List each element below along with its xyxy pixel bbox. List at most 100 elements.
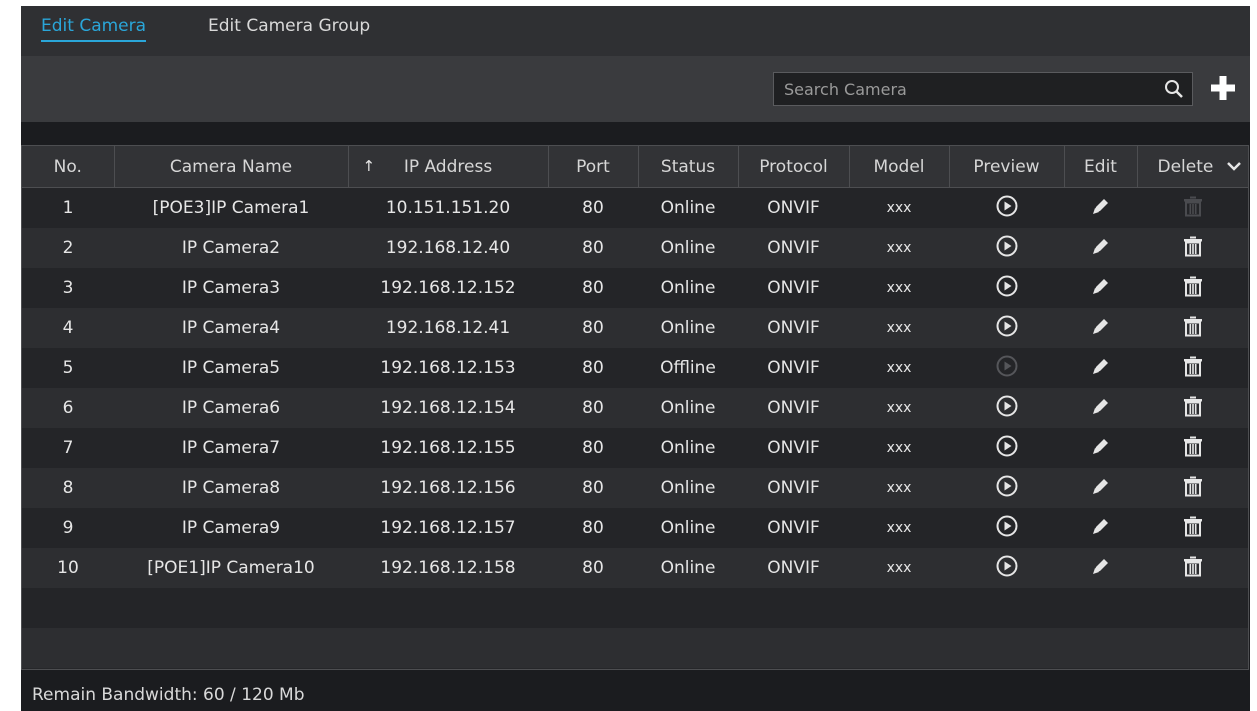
camera-management-window: Edit Camera Edit Camera Group Search Cam…: [0, 0, 1257, 711]
pencil-icon[interactable]: [1090, 355, 1112, 382]
table-row[interactable]: 4 IP Camera4 192.168.12.41 80 Online ONV…: [22, 308, 1248, 348]
plus-icon: [1211, 76, 1235, 100]
camera-table: No. Camera Name ↑ IP Address Port Status…: [22, 146, 1248, 668]
cell-status: Online: [638, 228, 738, 268]
cell-port: 80: [548, 548, 638, 588]
pencil-icon[interactable]: [1090, 275, 1112, 302]
cell-no: 4: [22, 308, 114, 348]
play-circle-icon[interactable]: [995, 394, 1019, 423]
column-header-edit: Edit: [1064, 146, 1138, 188]
cell-protocol: ONVIF: [738, 508, 849, 548]
cell-status: Online: [638, 388, 738, 428]
empty-row: [22, 628, 1248, 668]
cell-delete: [1137, 348, 1248, 388]
cell-camera-name: IP Camera7: [114, 428, 348, 468]
cell-model: xxx: [849, 187, 949, 228]
cell-delete: [1137, 187, 1248, 228]
trash-icon[interactable]: [1182, 435, 1204, 462]
cell-status: Online: [638, 308, 738, 348]
search-input[interactable]: [774, 73, 1154, 105]
cell-camera-name: IP Camera9: [114, 508, 348, 548]
trash-icon[interactable]: [1182, 355, 1204, 382]
trash-icon[interactable]: [1182, 555, 1204, 582]
pencil-icon[interactable]: [1090, 435, 1112, 462]
table-row[interactable]: 8 IP Camera8 192.168.12.156 80 Online ON…: [22, 468, 1248, 508]
cell-port: 80: [548, 428, 638, 468]
play-circle-icon[interactable]: [995, 194, 1019, 223]
pencil-icon[interactable]: [1090, 395, 1112, 422]
cell-status: Online: [638, 508, 738, 548]
cell-delete: [1137, 428, 1248, 468]
cell-preview: [949, 308, 1064, 348]
pencil-icon[interactable]: [1090, 555, 1112, 582]
pencil-icon[interactable]: [1090, 475, 1112, 502]
column-header-camera-name[interactable]: Camera Name: [114, 146, 349, 188]
trash-icon[interactable]: [1182, 515, 1204, 542]
cell-ip-address: 192.168.12.41: [348, 308, 548, 348]
cell-ip-address: 192.168.12.153: [348, 348, 548, 388]
tab-edit-camera-group[interactable]: Edit Camera Group: [208, 16, 370, 36]
play-circle-icon[interactable]: [995, 514, 1019, 543]
cell-ip-address: 10.151.151.20: [348, 187, 548, 228]
pencil-icon[interactable]: [1090, 515, 1112, 542]
table-row[interactable]: 2 IP Camera2 192.168.12.40 80 Online ONV…: [22, 228, 1248, 268]
column-header-port[interactable]: Port: [548, 146, 639, 188]
play-circle-icon[interactable]: [995, 434, 1019, 463]
cell-model: xxx: [849, 228, 949, 268]
cell-model: xxx: [849, 348, 949, 388]
play-circle-icon[interactable]: [995, 274, 1019, 303]
cell-preview: [949, 388, 1064, 428]
cell-camera-name: IP Camera2: [114, 228, 348, 268]
cell-ip-address: 192.168.12.156: [348, 468, 548, 508]
cell-port: 80: [548, 388, 638, 428]
cell-ip-address: 192.168.12.155: [348, 428, 548, 468]
cell-protocol: ONVIF: [738, 548, 849, 588]
pencil-icon[interactable]: [1090, 315, 1112, 342]
column-header-ip-address-label: IP Address: [403, 156, 493, 177]
trash-icon[interactable]: [1182, 395, 1204, 422]
play-circle-icon[interactable]: [995, 554, 1019, 583]
cell-no: 2: [22, 228, 114, 268]
play-circle-icon[interactable]: [995, 314, 1019, 343]
cell-camera-name: [POE1]IP Camera10: [114, 548, 348, 588]
trash-icon[interactable]: [1182, 315, 1204, 342]
column-header-model[interactable]: Model: [849, 146, 950, 188]
tab-bar: Edit Camera Edit Camera Group: [21, 6, 1250, 56]
play-circle-icon[interactable]: [995, 474, 1019, 503]
chevron-down-icon[interactable]: [1226, 158, 1242, 179]
cell-protocol: ONVIF: [738, 228, 849, 268]
cell-port: 80: [548, 228, 638, 268]
cell-model: xxx: [849, 388, 949, 428]
play-circle-icon[interactable]: [995, 234, 1019, 263]
trash-icon[interactable]: [1182, 475, 1204, 502]
cell-status: Online: [638, 268, 738, 308]
pencil-icon[interactable]: [1090, 195, 1112, 222]
table-row[interactable]: 9 IP Camera9 192.168.12.157 80 Online ON…: [22, 508, 1248, 548]
cell-no: 1: [22, 187, 114, 228]
pencil-icon[interactable]: [1090, 235, 1112, 262]
column-header-status[interactable]: Status: [638, 146, 739, 188]
column-header-ip-address[interactable]: ↑ IP Address: [348, 146, 549, 188]
column-header-protocol[interactable]: Protocol: [738, 146, 850, 188]
column-header-no[interactable]: No.: [22, 146, 115, 188]
cell-edit: [1064, 268, 1137, 308]
table-row[interactable]: 10 [POE1]IP Camera10 192.168.12.158 80 O…: [22, 548, 1248, 588]
cell-preview: [949, 187, 1064, 228]
trash-icon[interactable]: [1182, 235, 1204, 262]
cell-no: 6: [22, 388, 114, 428]
add-camera-button[interactable]: [1209, 74, 1237, 102]
table-row[interactable]: 5 IP Camera5 192.168.12.153 80 Offline O…: [22, 348, 1248, 388]
cell-preview: [949, 468, 1064, 508]
tab-edit-camera[interactable]: Edit Camera: [41, 16, 147, 42]
cell-model: xxx: [849, 428, 949, 468]
table-row[interactable]: 6 IP Camera6 192.168.12.154 80 Online ON…: [22, 388, 1248, 428]
table-row[interactable]: 3 IP Camera3 192.168.12.152 80 Online ON…: [22, 268, 1248, 308]
column-header-delete[interactable]: Delete: [1137, 146, 1248, 188]
trash-icon: [1182, 195, 1204, 222]
table-row[interactable]: 1 [POE3]IP Camera1 10.151.151.20 80 Onli…: [22, 187, 1248, 228]
column-header-preview: Preview: [949, 146, 1065, 188]
table-row[interactable]: 7 IP Camera7 192.168.12.155 80 Online ON…: [22, 428, 1248, 468]
search-icon[interactable]: [1164, 79, 1184, 99]
trash-icon[interactable]: [1182, 275, 1204, 302]
search-box: [773, 72, 1193, 106]
